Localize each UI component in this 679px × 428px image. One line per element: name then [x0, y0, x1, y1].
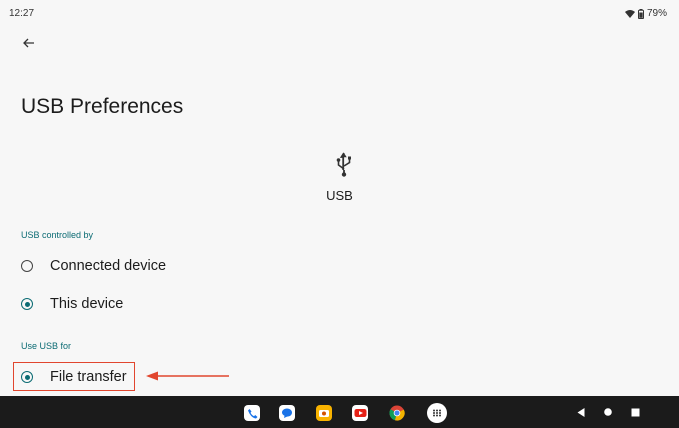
youtube-icon[interactable] — [352, 405, 368, 421]
status-time: 12:27 — [9, 8, 35, 19]
usb-icon — [336, 152, 351, 177]
chrome-icon[interactable] — [389, 405, 405, 421]
back-button[interactable] — [19, 34, 39, 52]
radio-option-this-device[interactable]: This device — [21, 289, 123, 319]
section-header-use-usb-for: Use USB for — [21, 341, 72, 351]
status-icons: 79% — [624, 8, 667, 19]
radio-label: This device — [50, 296, 124, 312]
home-nav-icon[interactable] — [599, 403, 617, 421]
annotation-highlight-box — [13, 362, 135, 391]
radio-button-selected[interactable] — [21, 298, 33, 310]
annotation-arrow-icon — [146, 371, 229, 381]
usb-label: USB — [326, 188, 353, 203]
back-nav-icon[interactable] — [572, 403, 590, 421]
recents-nav-icon[interactable] — [626, 403, 644, 421]
phone-icon[interactable] — [244, 405, 260, 421]
radio-label: Connected device — [50, 258, 167, 274]
app-drawer-icon[interactable] — [427, 403, 447, 423]
battery-percent: 79% — [646, 8, 667, 19]
camera-icon[interactable] — [316, 405, 332, 421]
section-header-usb-controlled-by: USB controlled by — [21, 230, 94, 240]
status-bar: 12:27 79% — [0, 0, 679, 24]
battery-icon — [637, 8, 644, 19]
page-title: USB Preferences — [21, 95, 184, 118]
arrow-back-icon — [23, 38, 34, 48]
messages-icon[interactable] — [279, 405, 295, 421]
radio-option-connected-device[interactable]: Connected device — [21, 251, 166, 281]
navigation-bar — [0, 396, 679, 428]
radio-button[interactable] — [21, 260, 33, 272]
wifi-icon — [624, 9, 635, 18]
